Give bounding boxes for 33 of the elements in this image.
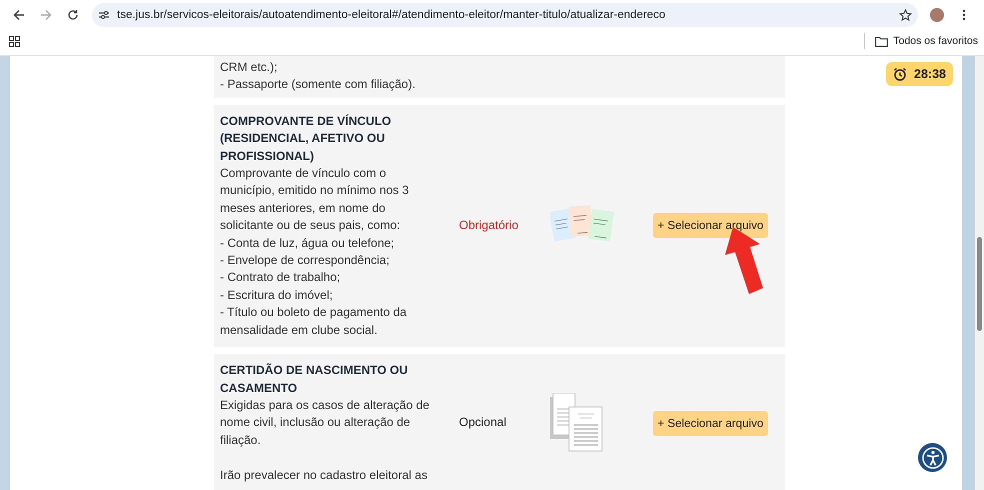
bookmark-star-icon[interactable]	[899, 8, 912, 22]
document-description: - Passaporte (somente com filiação).	[220, 76, 416, 94]
requirement-label: Opcional	[459, 414, 508, 432]
alarm-clock-icon	[893, 67, 907, 81]
accessibility-button[interactable]	[918, 443, 947, 472]
menu-icon	[962, 9, 966, 21]
document-description: - Contrato de trabalho;	[220, 269, 342, 286]
scrollbar-thumb[interactable]	[977, 237, 982, 331]
all-bookmarks-link[interactable]: Todos os favoritos	[893, 35, 978, 47]
document-description: Irão prevalecer no cadastro eleitoral as	[220, 466, 428, 484]
document-description: Exigidas para os casos de alteração de nome civil, inclusão ou alteração de filiação.	[220, 396, 430, 449]
select-file-button[interactable]: + Selecionar arquivo	[653, 213, 768, 238]
apps-grid-icon[interactable]	[9, 36, 20, 46]
site-settings-icon	[98, 10, 110, 20]
address-bar[interactable]: tse.jus.br/servicos-eleitorais/autoatendimento-eleitoral#/atendimento-eleitor/manter-titulo/atualizar-endereco	[92, 3, 918, 27]
accessibility-icon	[922, 446, 944, 468]
document-description: CRM etc.);	[220, 59, 278, 76]
avatar-icon	[930, 8, 944, 22]
document-description: - Título ou boleto de pagamento da mensalidade em clube social.	[220, 304, 408, 339]
reload-icon	[67, 9, 79, 21]
timer-text: 28:38	[914, 67, 946, 81]
requirement-label: Obrigatório	[459, 217, 520, 234]
document-title: COMPROVANTE DE VÍNCULO (RESIDENCIAL, AFETIVO OU PROFISSIONAL)	[220, 112, 392, 165]
document-description: - Conta de luz, água ou telefone;	[220, 234, 396, 252]
document-description: Comprovante de vínculo com o município, emitido no mínimo nos 3 meses anteriores, em nome do solicitante ou de seus pais, como:	[220, 165, 410, 234]
document-description: - Envelope de correspondência;	[220, 252, 390, 270]
url-text: tse.jus.br/servicos-eleitorais/autoatendimento-eleitoral#/atendimento-eleitor/manter-titulo/atualizar-endereco	[117, 9, 666, 21]
document-title: CERTIDÃO DE NASCIMENTO OU CASAMENTO	[220, 362, 409, 396]
forward-arrow-icon	[40, 9, 52, 21]
back-arrow-icon	[13, 9, 25, 21]
document-description: - Escritura do imóvel;	[220, 286, 334, 304]
folder-icon	[875, 36, 888, 46]
select-file-button[interactable]: + Selecionar arquivo	[653, 410, 768, 436]
